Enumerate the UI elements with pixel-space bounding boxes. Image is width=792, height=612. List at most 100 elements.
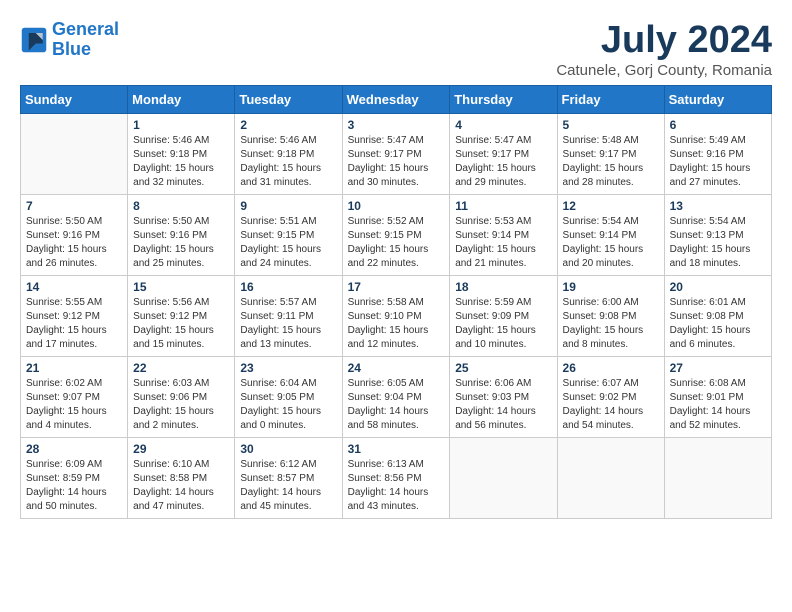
day-number: 31	[348, 442, 445, 456]
day-number: 10	[348, 199, 445, 213]
day-number: 9	[240, 199, 336, 213]
day-number: 6	[670, 118, 766, 132]
day-number: 27	[670, 361, 766, 375]
calendar-cell-w4-d2: 22 Sunrise: 6:03 AM Sunset: 9:06 PM Dayli…	[128, 356, 235, 437]
calendar-cell-w3-d5: 18Sunrise: 5:59 AM Sunset: 9:09 PM Dayli…	[450, 275, 557, 356]
calendar-cell-w1-d6: 5 Sunrise: 5:48 AM Sunset: 9:17 PM Daylig…	[557, 113, 664, 194]
day-info: Sunrise: 6:06 AM Sunset: 9:03 PM Dayligh…	[455, 377, 551, 433]
day-info: Sunrise: 5:56 AM Sunset: 9:12 PM Dayligh…	[133, 296, 229, 352]
calendar-cell-w4-d5: 25Sunrise: 6:06 AM Sunset: 9:03 PM Dayli…	[450, 356, 557, 437]
day-info: Sunrise: 5:50 AM Sunset: 9:16 PM Dayligh…	[26, 215, 122, 271]
day-number: 15	[133, 280, 229, 294]
logo: General Blue	[20, 20, 119, 60]
day-number: 14	[26, 280, 122, 294]
day-number: 30	[240, 442, 336, 456]
day-number: 28	[26, 442, 122, 456]
day-info: Sunrise: 5:54 AM Sunset: 9:14 PM Dayligh…	[563, 215, 659, 271]
day-info: Sunrise: 6:02 AM Sunset: 9:07 PM Dayligh…	[26, 377, 122, 433]
weekday-header-tuesday: Tuesday	[235, 85, 342, 113]
calendar-cell-w5-d1: 28 Sunrise: 6:09 AM Sunset: 8:59 PM Dayli…	[21, 437, 128, 518]
calendar-cell-w3-d3: 16 Sunrise: 5:57 AM Sunset: 9:11 PM Dayli…	[235, 275, 342, 356]
day-info: Sunrise: 5:50 AM Sunset: 9:16 PM Dayligh…	[133, 215, 229, 271]
calendar-cell-w2-d4: 10 Sunrise: 5:52 AM Sunset: 9:15 PM Dayli…	[342, 194, 450, 275]
day-number: 4	[455, 118, 551, 132]
weekday-header-sunday: Sunday	[21, 85, 128, 113]
calendar-cell-w4-d1: 21 Sunrise: 6:02 AM Sunset: 9:07 PM Dayli…	[21, 356, 128, 437]
calendar-table: SundayMondayTuesdayWednesdayThursdayFrid…	[20, 85, 772, 519]
day-info: Sunrise: 5:51 AM Sunset: 9:15 PM Dayligh…	[240, 215, 336, 271]
calendar-cell-w4-d6: 26 Sunrise: 6:07 AM Sunset: 9:02 PM Dayli…	[557, 356, 664, 437]
calendar-cell-w1-d1	[21, 113, 128, 194]
day-info: Sunrise: 5:46 AM Sunset: 9:18 PM Dayligh…	[133, 134, 229, 190]
calendar-cell-w4-d3: 23 Sunrise: 6:04 AM Sunset: 9:05 PM Dayli…	[235, 356, 342, 437]
day-number: 23	[240, 361, 336, 375]
day-info: Sunrise: 6:03 AM Sunset: 9:06 PM Dayligh…	[133, 377, 229, 433]
calendar-cell-w1-d3: 2Sunrise: 5:46 AM Sunset: 9:18 PM Daylig…	[235, 113, 342, 194]
day-number: 20	[670, 280, 766, 294]
logo-line1: General	[52, 19, 119, 39]
month-title: July 2024	[556, 20, 772, 62]
calendar-week-4: 21 Sunrise: 6:02 AM Sunset: 9:07 PM Dayli…	[21, 356, 772, 437]
calendar-cell-w1-d7: 6 Sunrise: 5:49 AM Sunset: 9:16 PM Daylig…	[664, 113, 771, 194]
calendar-cell-w3-d1: 14 Sunrise: 5:55 AM Sunset: 9:12 PM Dayli…	[21, 275, 128, 356]
calendar-cell-w5-d6	[557, 437, 664, 518]
day-info: Sunrise: 5:59 AM Sunset: 9:09 PM Dayligh…	[455, 296, 551, 352]
calendar-cell-w1-d5: 4Sunrise: 5:47 AM Sunset: 9:17 PM Daylig…	[450, 113, 557, 194]
day-number: 22	[133, 361, 229, 375]
day-info: Sunrise: 5:48 AM Sunset: 9:17 PM Dayligh…	[563, 134, 659, 190]
day-number: 12	[563, 199, 659, 213]
day-number: 21	[26, 361, 122, 375]
calendar-cell-w2-d5: 11 Sunrise: 5:53 AM Sunset: 9:14 PM Dayli…	[450, 194, 557, 275]
weekday-header-saturday: Saturday	[664, 85, 771, 113]
day-info: Sunrise: 5:52 AM Sunset: 9:15 PM Dayligh…	[348, 215, 445, 271]
logo-line2: Blue	[52, 39, 91, 59]
day-info: Sunrise: 6:10 AM Sunset: 8:58 PM Dayligh…	[133, 458, 229, 514]
day-info: Sunrise: 6:05 AM Sunset: 9:04 PM Dayligh…	[348, 377, 445, 433]
calendar-cell-w4-d7: 27Sunrise: 6:08 AM Sunset: 9:01 PM Dayli…	[664, 356, 771, 437]
weekday-header-wednesday: Wednesday	[342, 85, 450, 113]
day-number: 11	[455, 199, 551, 213]
day-info: Sunrise: 5:53 AM Sunset: 9:14 PM Dayligh…	[455, 215, 551, 271]
calendar-cell-w3-d6: 19 Sunrise: 6:00 AM Sunset: 9:08 PM Dayli…	[557, 275, 664, 356]
calendar-week-5: 28 Sunrise: 6:09 AM Sunset: 8:59 PM Dayli…	[21, 437, 772, 518]
weekday-header-friday: Friday	[557, 85, 664, 113]
day-number: 29	[133, 442, 229, 456]
calendar-cell-w5-d2: 29 Sunrise: 6:10 AM Sunset: 8:58 PM Dayli…	[128, 437, 235, 518]
day-info: Sunrise: 6:04 AM Sunset: 9:05 PM Dayligh…	[240, 377, 336, 433]
day-info: Sunrise: 6:00 AM Sunset: 9:08 PM Dayligh…	[563, 296, 659, 352]
day-number: 16	[240, 280, 336, 294]
calendar-cell-w2-d2: 8 Sunrise: 5:50 AM Sunset: 9:16 PM Daylig…	[128, 194, 235, 275]
location-subtitle: Catunele, Gorj County, Romania	[556, 62, 772, 79]
day-number: 3	[348, 118, 445, 132]
day-number: 19	[563, 280, 659, 294]
day-info: Sunrise: 5:47 AM Sunset: 9:17 PM Dayligh…	[348, 134, 445, 190]
day-info: Sunrise: 6:12 AM Sunset: 8:57 PM Dayligh…	[240, 458, 336, 514]
day-number: 1	[133, 118, 229, 132]
day-number: 5	[563, 118, 659, 132]
calendar-cell-w2-d7: 13Sunrise: 5:54 AM Sunset: 9:13 PM Dayli…	[664, 194, 771, 275]
day-info: Sunrise: 6:07 AM Sunset: 9:02 PM Dayligh…	[563, 377, 659, 433]
calendar-week-3: 14 Sunrise: 5:55 AM Sunset: 9:12 PM Dayli…	[21, 275, 772, 356]
day-info: Sunrise: 6:13 AM Sunset: 8:56 PM Dayligh…	[348, 458, 445, 514]
weekday-header-monday: Monday	[128, 85, 235, 113]
calendar-cell-w3-d7: 20Sunrise: 6:01 AM Sunset: 9:08 PM Dayli…	[664, 275, 771, 356]
day-number: 26	[563, 361, 659, 375]
calendar-cell-w5-d7	[664, 437, 771, 518]
day-info: Sunrise: 5:58 AM Sunset: 9:10 PM Dayligh…	[348, 296, 445, 352]
day-info: Sunrise: 5:49 AM Sunset: 9:16 PM Dayligh…	[670, 134, 766, 190]
day-info: Sunrise: 5:57 AM Sunset: 9:11 PM Dayligh…	[240, 296, 336, 352]
day-info: Sunrise: 6:09 AM Sunset: 8:59 PM Dayligh…	[26, 458, 122, 514]
day-info: Sunrise: 5:55 AM Sunset: 9:12 PM Dayligh…	[26, 296, 122, 352]
calendar-cell-w5-d3: 30 Sunrise: 6:12 AM Sunset: 8:57 PM Dayli…	[235, 437, 342, 518]
calendar-cell-w3-d4: 17Sunrise: 5:58 AM Sunset: 9:10 PM Dayli…	[342, 275, 450, 356]
calendar-cell-w5-d4: 31 Sunrise: 6:13 AM Sunset: 8:56 PM Dayli…	[342, 437, 450, 518]
calendar-cell-w5-d5	[450, 437, 557, 518]
day-info: Sunrise: 5:46 AM Sunset: 9:18 PM Dayligh…	[240, 134, 336, 190]
calendar-week-2: 7Sunrise: 5:50 AM Sunset: 9:16 PM Daylig…	[21, 194, 772, 275]
weekday-header-row: SundayMondayTuesdayWednesdayThursdayFrid…	[21, 85, 772, 113]
day-number: 8	[133, 199, 229, 213]
calendar-week-1: 1 Sunrise: 5:46 AM Sunset: 9:18 PM Daylig…	[21, 113, 772, 194]
weekday-header-thursday: Thursday	[450, 85, 557, 113]
calendar-cell-w2-d3: 9 Sunrise: 5:51 AM Sunset: 9:15 PM Daylig…	[235, 194, 342, 275]
title-section: July 2024 Catunele, Gorj County, Romania	[556, 20, 772, 79]
